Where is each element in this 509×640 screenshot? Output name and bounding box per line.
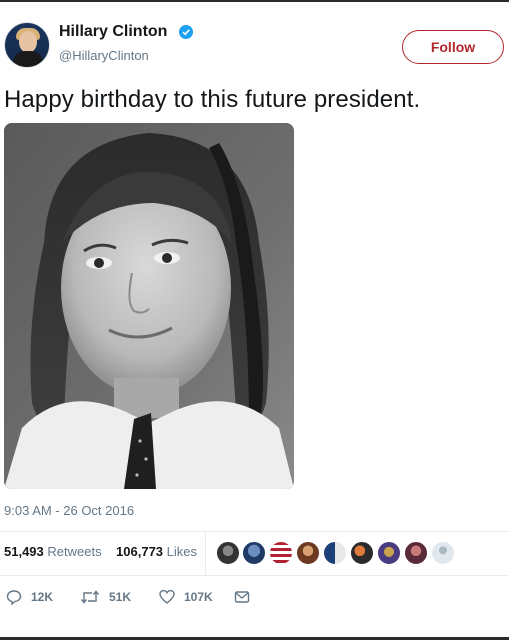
heart-icon — [159, 589, 175, 604]
tweet-header: Hillary Clinton @HillaryClinton Follow — [4, 22, 504, 72]
author-avatar[interactable] — [4, 22, 50, 68]
retweet-action-count: 51K — [109, 590, 132, 604]
liker-avatar[interactable] — [377, 541, 401, 565]
retweet-count[interactable]: 51,493 — [4, 544, 44, 559]
likes-label[interactable]: Likes — [167, 544, 197, 559]
like-count[interactable]: 106,773 — [116, 544, 163, 559]
direct-message-button[interactable] — [234, 587, 259, 607]
stats-separator — [205, 532, 206, 575]
liker-avatar[interactable] — [350, 541, 374, 565]
reply-icon — [6, 590, 22, 605]
liker-avatar[interactable] — [269, 541, 293, 565]
liker-avatar[interactable] — [323, 541, 347, 565]
tweet-text: Happy birthday to this future president. — [4, 86, 421, 113]
divider-top — [0, 531, 509, 532]
tweet-timestamp[interactable]: 9:03 AM - 26 Oct 2016 — [4, 503, 134, 518]
retweet-icon — [80, 590, 100, 604]
photo-image — [4, 123, 294, 489]
like-button[interactable]: 107K — [159, 587, 213, 607]
liker-avatar[interactable] — [296, 541, 320, 565]
liker-avatar[interactable] — [242, 541, 266, 565]
verified-badge-icon — [179, 25, 193, 39]
envelope-icon — [234, 591, 250, 603]
liker-avatar[interactable] — [216, 541, 240, 565]
avatar-face — [19, 31, 37, 53]
author-name[interactable]: Hillary Clinton — [59, 23, 167, 41]
divider-bottom — [0, 575, 509, 576]
liker-avatar[interactable] — [404, 541, 428, 565]
like-action-count: 107K — [184, 590, 213, 604]
reply-button[interactable]: 12K — [6, 587, 53, 607]
avatar-body — [13, 51, 43, 67]
liker-avatar[interactable] — [431, 541, 455, 565]
follow-button[interactable]: Follow — [402, 30, 504, 64]
reply-count: 12K — [31, 590, 54, 604]
retweet-button[interactable]: 51K — [80, 587, 131, 607]
top-border — [0, 0, 509, 2]
tweet-photo[interactable] — [4, 123, 294, 489]
tweet-actions: 12K 51K 107K — [4, 587, 304, 607]
author-handle[interactable]: @HillaryClinton — [59, 48, 149, 63]
tweet-stats: 51,493 Retweets 106,773 Likes — [4, 544, 197, 559]
retweets-label[interactable]: Retweets — [47, 544, 101, 559]
